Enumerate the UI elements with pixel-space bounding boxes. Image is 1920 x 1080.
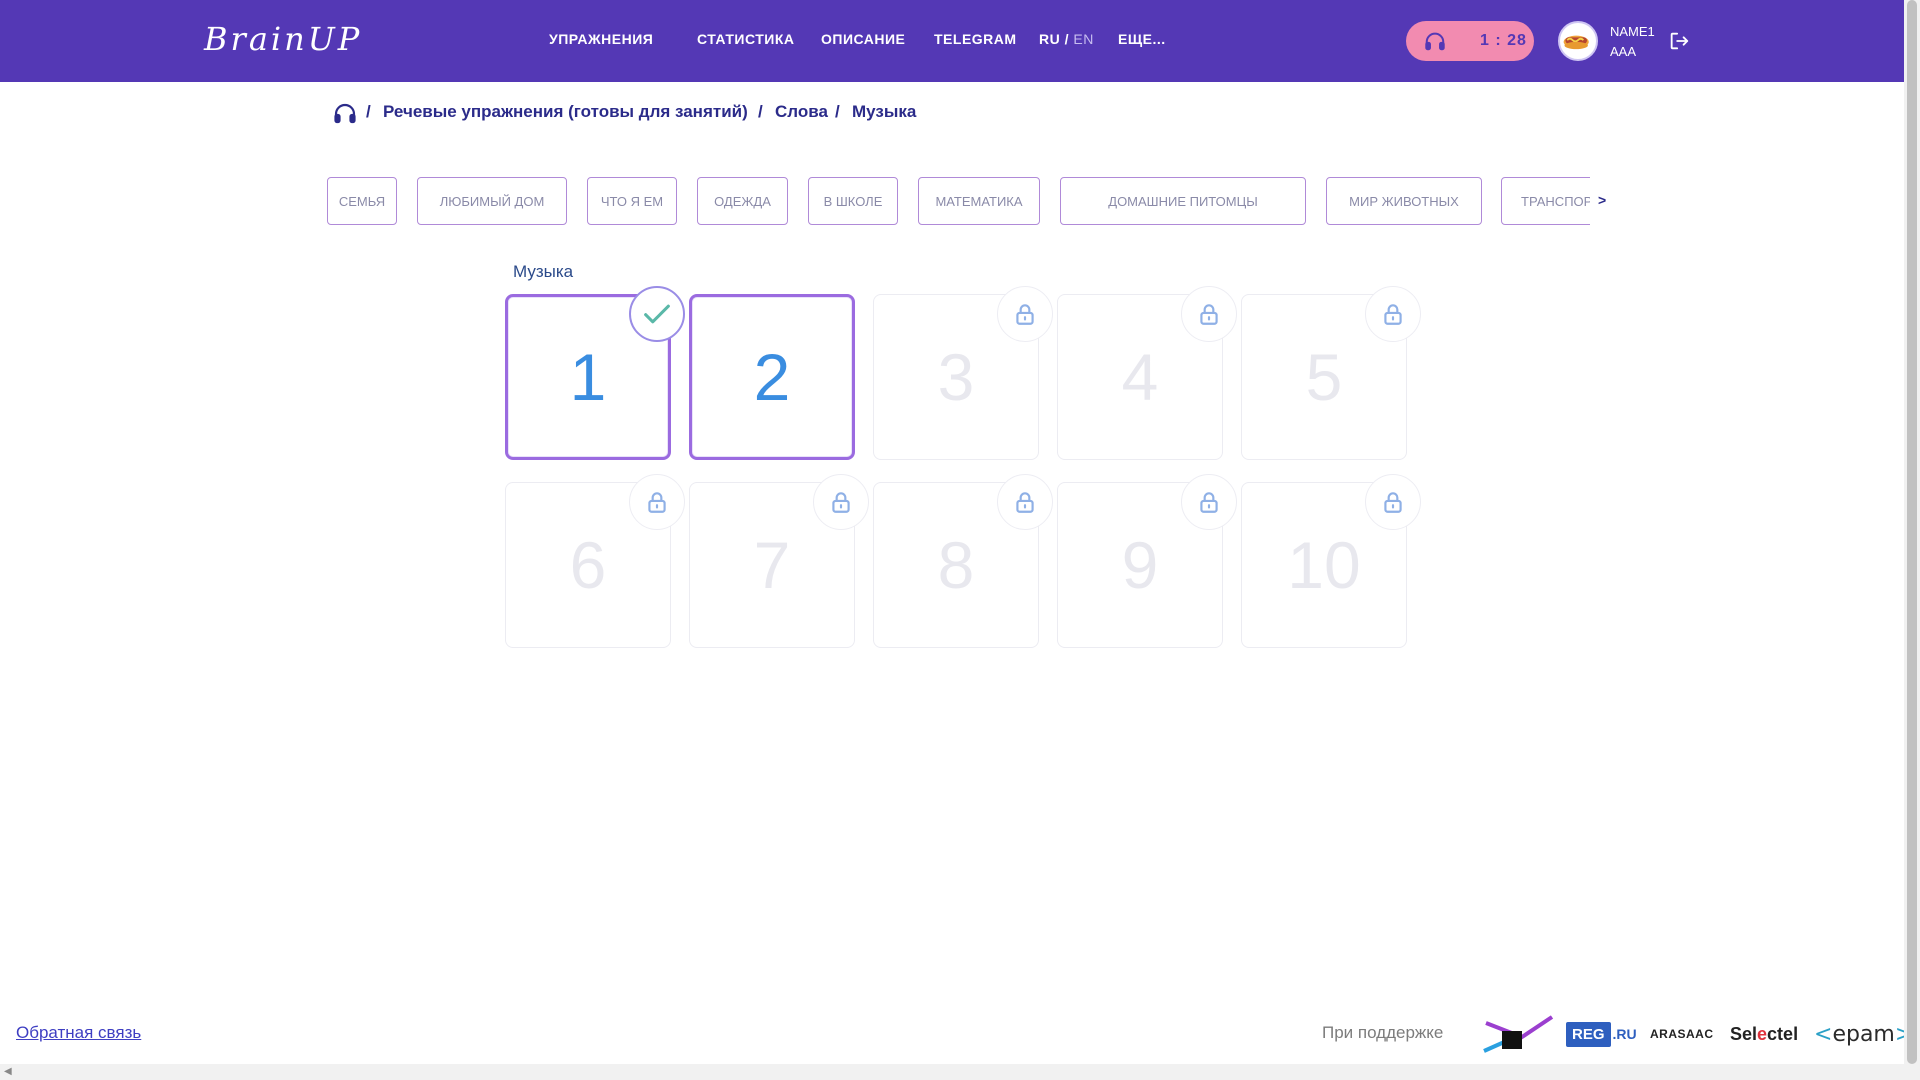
- regru-box: REG: [1566, 1021, 1611, 1047]
- partner-logo-regru[interactable]: REG .RU: [1566, 1010, 1637, 1058]
- category-math[interactable]: МАТЕМАТИКА: [918, 177, 1040, 225]
- partner-logo-epam[interactable]: <epam>: [1814, 1010, 1913, 1058]
- breadcrumb-separator: /: [758, 102, 763, 121]
- exercise-number: 10: [1287, 528, 1361, 602]
- vertical-scroll-thumb[interactable]: [1907, 0, 1917, 1064]
- category-transport[interactable]: ТРАНСПОРТ: [1501, 177, 1590, 225]
- avatar[interactable]: [1558, 21, 1598, 61]
- exercise-number: 1: [569, 340, 607, 414]
- check-icon: [644, 304, 670, 324]
- nav-exercises[interactable]: УПРАЖНЕНИЯ: [549, 31, 653, 47]
- lock-icon: [648, 492, 666, 513]
- breadcrumb-words[interactable]: Слова: [775, 102, 828, 122]
- nav-description[interactable]: ОПИСАНИЕ: [821, 31, 905, 47]
- categories-next-arrow[interactable]: >: [1598, 192, 1606, 208]
- category-school[interactable]: В ШКОЛЕ: [808, 177, 898, 225]
- lock-icon: [1384, 304, 1402, 325]
- exercise-number: 5: [1305, 340, 1343, 414]
- lang-separator: /: [1064, 31, 1070, 47]
- lock-icon: [1384, 492, 1402, 513]
- completed-badge: [629, 286, 685, 342]
- user-name-line1: NAME1: [1610, 24, 1655, 39]
- lock-icon: [832, 492, 850, 513]
- lang-ru[interactable]: RU: [1039, 31, 1060, 47]
- selectel-part2: e: [1757, 1023, 1768, 1044]
- logout-icon[interactable]: [1668, 30, 1690, 52]
- fond-logo-icon: [1483, 1015, 1554, 1053]
- lock-icon: [1016, 304, 1034, 325]
- selectel-part1: Sel: [1730, 1023, 1758, 1044]
- epam-text: epam: [1832, 1021, 1895, 1047]
- locked-badge: [1181, 474, 1237, 530]
- support-label: При поддержке: [1322, 1023, 1444, 1042]
- brainup-logo[interactable]: BrainUP: [204, 20, 362, 58]
- exercise-number: 8: [937, 528, 975, 602]
- session-timer[interactable]: 1 : 28: [1406, 21, 1534, 61]
- lang-en[interactable]: EN: [1073, 31, 1093, 47]
- epam-bracket-left: <: [1814, 1021, 1833, 1047]
- category-food[interactable]: ЧТО Я ЕМ: [587, 177, 677, 225]
- partner-logo-fond[interactable]: [1482, 1010, 1556, 1058]
- user-name[interactable]: NAME1 AAA: [1610, 22, 1655, 62]
- locked-badge: [1365, 474, 1421, 530]
- category-home[interactable]: ЛЮБИМЫЙ ДОМ: [417, 177, 567, 225]
- nav-statistics[interactable]: СТАТИСТИКА: [697, 31, 795, 47]
- locked-badge: [1365, 286, 1421, 342]
- partner-logo-arasaac[interactable]: ARASAAC: [1650, 1010, 1714, 1058]
- category-family[interactable]: СЕМЬЯ: [327, 177, 397, 225]
- locked-badge: [813, 474, 869, 530]
- lock-icon: [1200, 304, 1218, 325]
- locked-badge: [997, 286, 1053, 342]
- scroll-left-arrow-icon[interactable]: ◀: [4, 1066, 12, 1077]
- nav-telegram[interactable]: TELEGRAM: [934, 31, 1017, 47]
- locked-badge: [1181, 286, 1237, 342]
- exercise-number: 2: [753, 340, 791, 414]
- category-clothes[interactable]: ОДЕЖДА: [697, 177, 788, 225]
- language-switcher: RU / EN: [1039, 31, 1094, 47]
- category-overflow-clip: ТРАНСПОРТ: [1500, 175, 1590, 227]
- locked-badge: [629, 474, 685, 530]
- locked-badge: [997, 474, 1053, 530]
- hotdog-avatar-icon: [1563, 35, 1589, 50]
- breadcrumb-separator: /: [366, 102, 371, 121]
- selectel-part3: ctel: [1767, 1023, 1799, 1044]
- exercise-number: 6: [569, 528, 607, 602]
- lock-icon: [1200, 492, 1218, 513]
- exercise-number: 3: [937, 340, 975, 414]
- breadcrumb-home-headphones-icon[interactable]: [333, 101, 357, 125]
- partner-logo-selectel[interactable]: Sel e ctel: [1730, 1010, 1798, 1058]
- feedback-link[interactable]: Обратная связь: [16, 1023, 141, 1043]
- breadcrumb-speech-exercises[interactable]: Речевые упражнения (готовы для занятий): [383, 102, 748, 122]
- regru-suffix: .RU: [1612, 1026, 1637, 1042]
- exercise-number: 4: [1121, 340, 1159, 414]
- nav-more[interactable]: ЕЩЕ...: [1118, 31, 1166, 47]
- exercise-card-2[interactable]: 2: [689, 294, 855, 460]
- category-pets[interactable]: ДОМАШНИЕ ПИТОМЦЫ: [1060, 177, 1306, 225]
- breadcrumb-separator: /: [835, 102, 840, 121]
- timer-value: 1 : 28: [1480, 32, 1527, 49]
- top-nav-bar: BrainUP УПРАЖНЕНИЯ СТАТИСТИКА ОПИСАНИЕ T…: [0, 0, 1904, 82]
- lock-icon: [1016, 492, 1034, 513]
- breadcrumb-music[interactable]: Музыка: [852, 102, 916, 122]
- category-animals[interactable]: МИР ЖИВОТНЫХ: [1326, 177, 1482, 225]
- user-name-line2: AAA: [1610, 44, 1637, 59]
- vertical-scrollbar[interactable]: [1904, 0, 1920, 1080]
- group-title: Музыка: [513, 262, 574, 281]
- exercise-number: 7: [753, 528, 791, 602]
- horizontal-scrollbar[interactable]: ◀: [0, 1064, 1904, 1080]
- headphones-icon: [1425, 32, 1445, 51]
- exercise-number: 9: [1121, 528, 1159, 602]
